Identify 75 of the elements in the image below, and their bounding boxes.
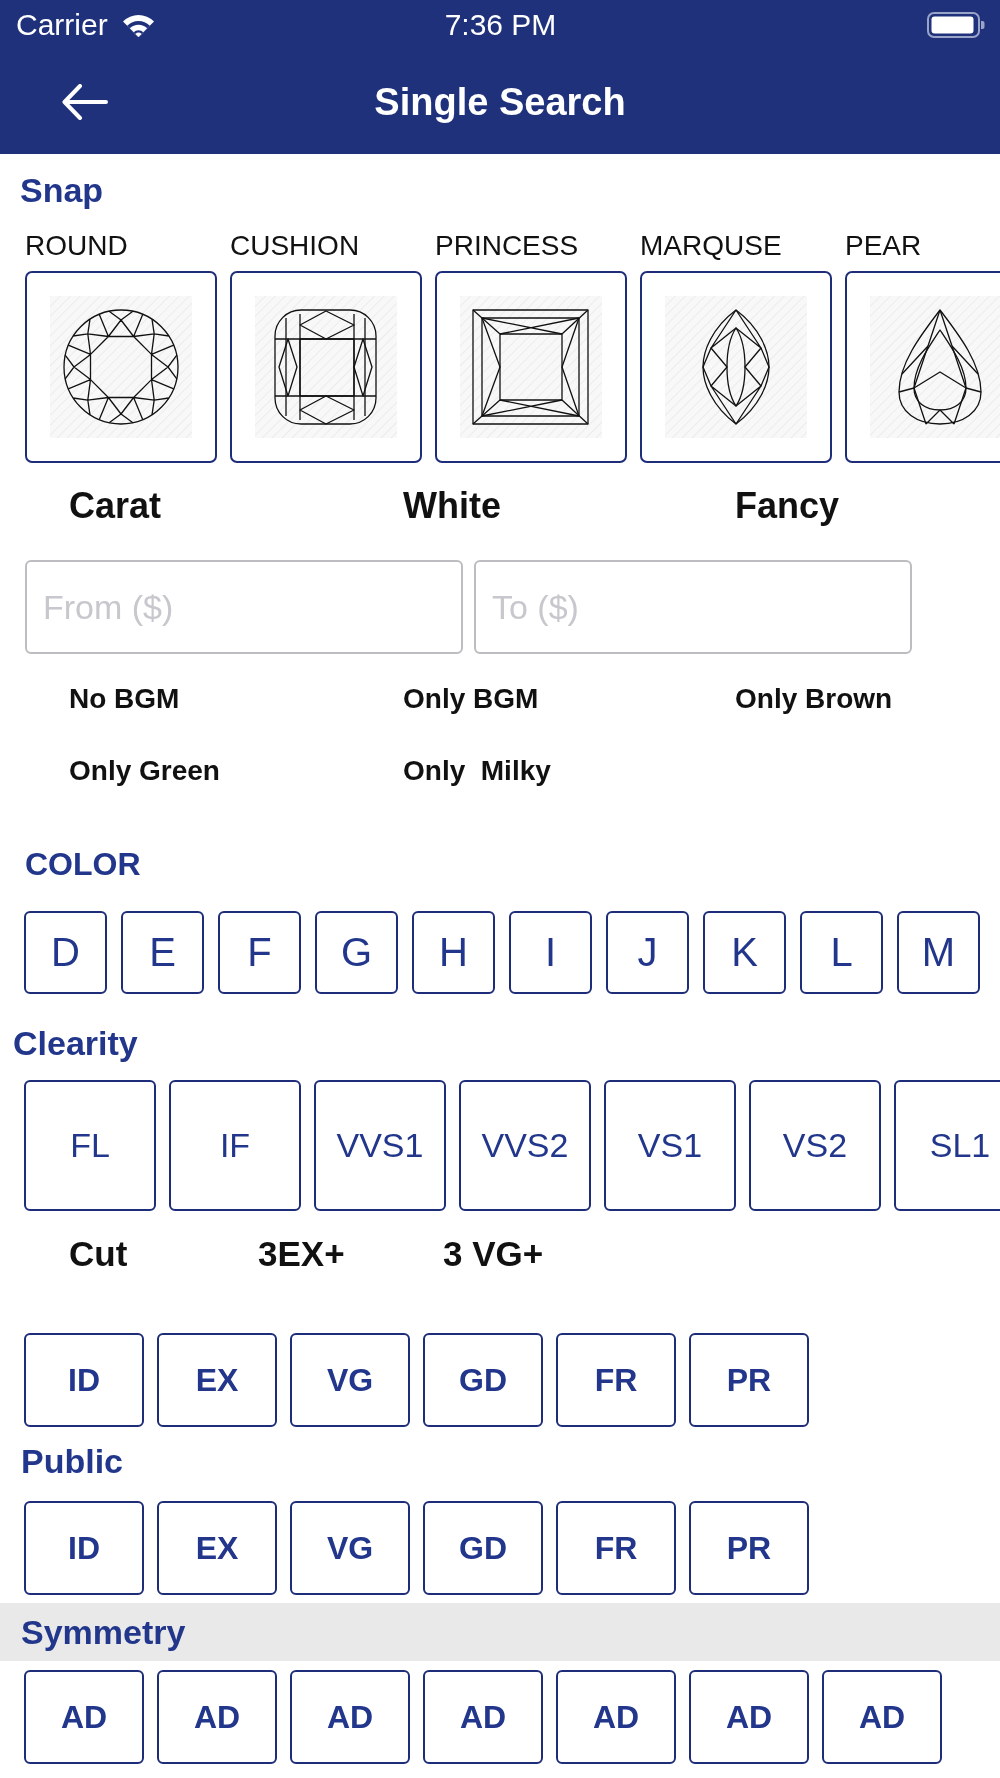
- symmetry-grade-button[interactable]: AD: [24, 1670, 144, 1764]
- color-grade-button[interactable]: M: [897, 911, 980, 994]
- marquise-diamond-icon: [665, 296, 807, 438]
- shade-filter-option[interactable]: No BGM: [69, 682, 180, 716]
- cut-label: Cut: [69, 1233, 128, 1275]
- shape-label: CUSHION: [230, 230, 360, 262]
- section-title: Public: [21, 1441, 124, 1481]
- shape-label: PEAR: [845, 230, 922, 262]
- cut-grade-button[interactable]: FR: [556, 1333, 676, 1427]
- shade-filter-option[interactable]: Only BGM: [403, 682, 539, 716]
- cut-grade-button[interactable]: GD: [423, 1333, 543, 1427]
- cut-grade-button[interactable]: VG: [290, 1333, 410, 1427]
- cut-preset-option[interactable]: 3EX+: [258, 1233, 345, 1275]
- clarity-grade-button[interactable]: VS2: [749, 1080, 881, 1211]
- color-grade-button[interactable]: G: [315, 911, 398, 994]
- round-diamond-icon: [50, 296, 192, 438]
- price-basis-option[interactable]: Fancy: [735, 485, 840, 527]
- symmetry-grade-button[interactable]: AD: [290, 1670, 410, 1764]
- shape-card[interactable]: [845, 271, 1000, 463]
- clarity-grade-button[interactable]: VS1: [604, 1080, 736, 1211]
- public-grade-button[interactable]: EX: [157, 1501, 277, 1595]
- public-grade-button[interactable]: VG: [290, 1501, 410, 1595]
- pear-diamond-icon: [870, 296, 1000, 438]
- color-grade-button[interactable]: H: [412, 911, 495, 994]
- color-grade-button[interactable]: J: [606, 911, 689, 994]
- clarity-grade-button[interactable]: SL1: [894, 1080, 1000, 1211]
- public-grade-button[interactable]: PR: [689, 1501, 809, 1595]
- carrier-name: Carrier: [16, 8, 108, 42]
- shape-card[interactable]: [435, 271, 627, 463]
- shade-filter-option[interactable]: Only Green: [69, 754, 220, 788]
- section-title: Symmetry: [21, 1612, 186, 1652]
- symmetry-grade-button[interactable]: AD: [423, 1670, 543, 1764]
- shade-filter-option[interactable]: Only Brown: [735, 682, 893, 716]
- color-grade-button[interactable]: D: [24, 911, 107, 994]
- clarity-grade-button[interactable]: VVS2: [459, 1080, 591, 1211]
- shape-card[interactable]: [25, 271, 217, 463]
- screen-title: Single Search: [374, 80, 626, 125]
- public-grade-button[interactable]: ID: [24, 1501, 144, 1595]
- symmetry-grade-button[interactable]: AD: [556, 1670, 676, 1764]
- cushion-diamond-icon: [255, 296, 397, 438]
- public-grade-button[interactable]: FR: [556, 1501, 676, 1595]
- price-input-field[interactable]: To ($): [474, 560, 912, 654]
- shape-label: PRINCESS: [435, 230, 579, 262]
- wifi-icon: [121, 13, 155, 37]
- cut-preset-option[interactable]: 3 VG+: [443, 1233, 544, 1275]
- clarity-grade-button[interactable]: IF: [169, 1080, 301, 1211]
- shape-card[interactable]: [230, 271, 422, 463]
- symmetry-grade-button[interactable]: AD: [689, 1670, 809, 1764]
- clarity-grade-button[interactable]: VVS1: [314, 1080, 446, 1211]
- color-grade-button[interactable]: I: [509, 911, 592, 994]
- cut-grade-button[interactable]: PR: [689, 1333, 809, 1427]
- color-grade-button[interactable]: E: [121, 911, 204, 994]
- price-basis-option[interactable]: Carat: [69, 485, 162, 527]
- symmetry-grade-button[interactable]: AD: [157, 1670, 277, 1764]
- public-grade-button[interactable]: GD: [423, 1501, 543, 1595]
- clarity-grade-button[interactable]: FL: [24, 1080, 156, 1211]
- shape-card[interactable]: [640, 271, 832, 463]
- section-title: Clearity: [13, 1023, 138, 1063]
- cut-grade-button[interactable]: ID: [24, 1333, 144, 1427]
- color-grade-button[interactable]: K: [703, 911, 786, 994]
- arrow-left-icon: [62, 84, 108, 120]
- symmetry-grade-button[interactable]: AD: [822, 1670, 942, 1764]
- price-basis-option[interactable]: White: [403, 485, 501, 527]
- battery-icon: [927, 12, 985, 38]
- status-time: 7:36 PM: [444, 8, 557, 42]
- shade-filter-option[interactable]: Only Milky: [403, 754, 551, 788]
- shape-label: MARQUSE: [640, 230, 782, 262]
- color-grade-button[interactable]: F: [218, 911, 301, 994]
- section-title: COLOR: [25, 845, 141, 884]
- cut-grade-button[interactable]: EX: [157, 1333, 277, 1427]
- shape-label: ROUND: [25, 230, 128, 262]
- section-title: Snap: [20, 170, 104, 210]
- color-grade-button[interactable]: L: [800, 911, 883, 994]
- princess-diamond-icon: [460, 296, 602, 438]
- price-input-field[interactable]: From ($): [25, 560, 463, 654]
